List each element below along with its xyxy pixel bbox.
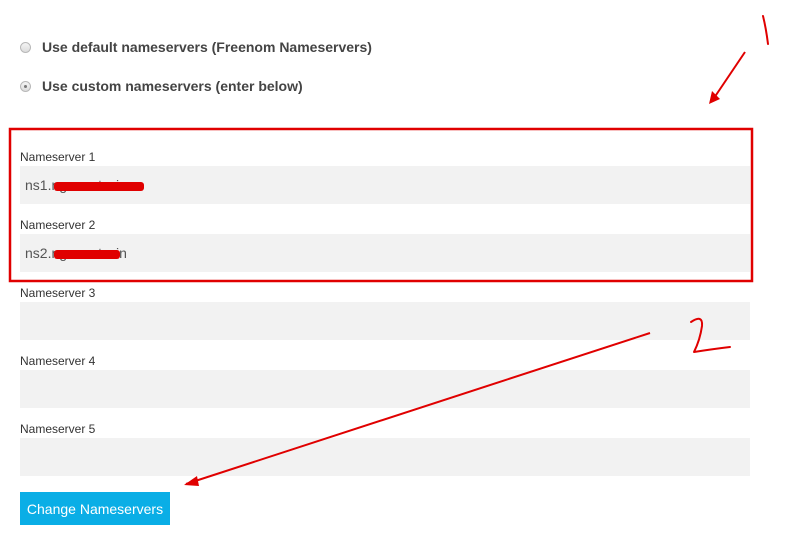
custom-nameservers-radio[interactable] (20, 80, 31, 92)
redaction-mark-1 (54, 182, 144, 191)
custom-nameservers-label[interactable]: Use custom nameservers (enter below) (42, 78, 303, 94)
nameserver-5-input[interactable] (20, 438, 750, 476)
change-nameservers-button[interactable]: Change Nameservers (20, 492, 170, 525)
arrow-1-head (709, 91, 720, 104)
nameserver-4-label: Nameserver 4 (20, 354, 96, 368)
arrow-1-shaft (711, 51, 746, 102)
default-nameservers-option[interactable]: Use default nameservers (Freenom Nameser… (20, 39, 372, 55)
default-nameservers-label[interactable]: Use default nameservers (Freenom Nameser… (42, 39, 372, 55)
step-number-1 (762, 15, 769, 45)
default-nameservers-radio[interactable] (20, 41, 31, 53)
nameserver-3-label: Nameserver 3 (20, 286, 96, 300)
nameserver-5-label: Nameserver 5 (20, 422, 96, 436)
nameserver-1-label: Nameserver 1 (20, 150, 96, 164)
nameserver-2-label: Nameserver 2 (20, 218, 96, 232)
arrow-2-head (184, 476, 199, 486)
custom-nameservers-option[interactable]: Use custom nameservers (enter below) (20, 78, 303, 94)
nameserver-2-input[interactable] (20, 234, 750, 272)
nameserver-4-input[interactable] (20, 370, 750, 408)
redaction-mark-2 (54, 250, 120, 259)
nameserver-3-input[interactable] (20, 302, 750, 340)
